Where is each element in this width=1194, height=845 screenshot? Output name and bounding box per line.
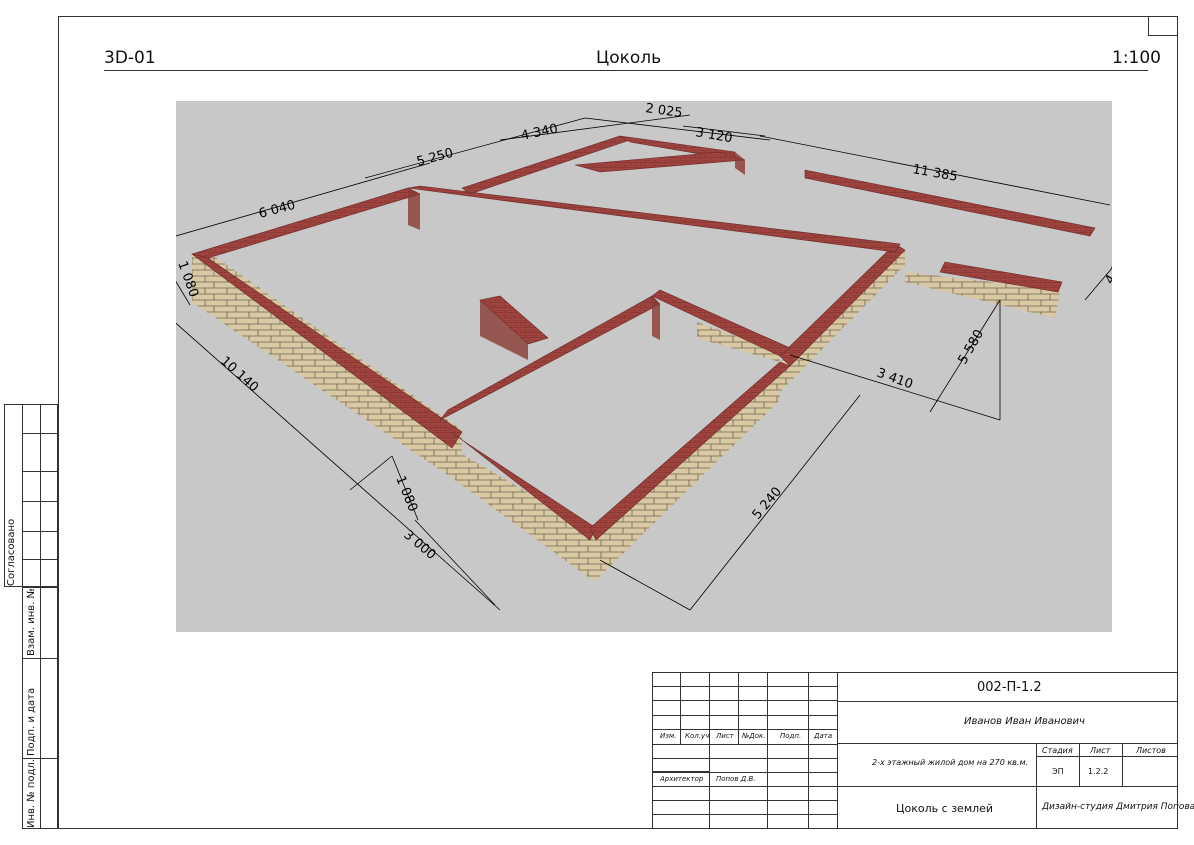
sheet-title: Цоколь [596, 48, 662, 68]
sheet-name: Цоколь с землей [896, 802, 994, 815]
col-podp: Подп. [780, 732, 802, 740]
dim-label-5250: 5 250 [415, 146, 455, 170]
dim-label-3120: 3 120 [694, 125, 733, 146]
dim-label-6040: 6 040 [257, 198, 297, 222]
sheet-number: 1.2.2 [1088, 767, 1109, 776]
stage-value: ЭП [1052, 767, 1064, 776]
dim-label-1080b: 1 080 [392, 474, 420, 514]
col-koluch: Кол.уч [685, 732, 710, 740]
col-ndok: №Док. [742, 732, 766, 740]
col-data: Дата [814, 732, 833, 740]
foundation-drawing: 2 025 4 340 3 120 5 250 11 385 6 040 1 0… [176, 101, 1112, 611]
dim-label-3410: 3 410 [875, 366, 915, 393]
col-izm: Изм. [660, 732, 677, 740]
doc-number: 002-П-1.2 [977, 680, 1042, 695]
dim-label-11385: 11 385 [911, 162, 958, 185]
stamp-agreed: Согласовано [6, 518, 17, 586]
dim-label-5580: 5 580 [955, 327, 987, 367]
margin-stamp: Согласовано Взам. инв. № Подп. и дата Ин… [4, 404, 58, 829]
dim-label-4340: 4 340 [520, 122, 560, 144]
project-name: 2-х этажный жилой дом на 270 кв.м. [872, 758, 1029, 767]
render-3d-view: 2 025 4 340 3 120 5 250 11 385 6 040 1 0… [176, 101, 1112, 632]
sheets-label: Листов [1136, 746, 1166, 755]
stone-plinth-faces [192, 249, 1060, 580]
role-architect: Архитектор [660, 775, 704, 783]
sheet-code: 3D-01 [104, 48, 156, 68]
stamp-sign-date: Подп. и дата [26, 687, 37, 756]
header-rule [104, 70, 1148, 71]
stage-label: Стадия [1042, 746, 1073, 755]
sheet-scale: 1:100 [1112, 48, 1161, 68]
dim-label-5240: 5 240 [750, 484, 785, 522]
col-list: Лист [716, 732, 734, 740]
brick-inner-faces [408, 152, 745, 360]
dim-label-3000: 3 000 [400, 528, 438, 563]
title-block: Изм. Кол.уч Лист №Док. Подп. Дата Архите… [652, 672, 1194, 829]
stamp-inv-swap: Взам. инв. № [26, 588, 37, 656]
dim-label-4800: 4 800 [1102, 247, 1112, 287]
sheet-label: Лист [1090, 746, 1111, 755]
dim-label-2025: 2 025 [644, 101, 683, 121]
dim-label-10140: 10 140 [217, 354, 261, 396]
client-name: Иванов Иван Иванович [964, 716, 1085, 727]
corner-box [1148, 16, 1178, 36]
person-name: Попов Д.В. [716, 775, 756, 783]
stamp-inv-orig: Инв. № подл. [26, 759, 37, 828]
company-name: Дизайн-студия Дмитрия Попова [1042, 802, 1194, 812]
